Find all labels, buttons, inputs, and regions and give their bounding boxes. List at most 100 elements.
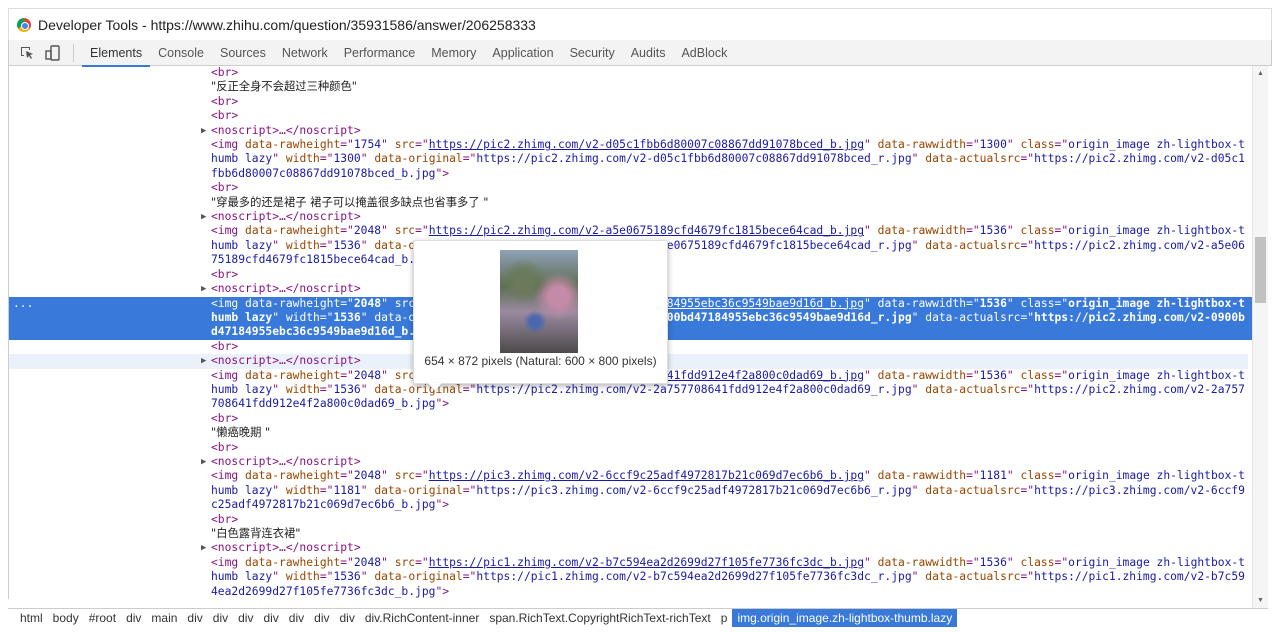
- dom-node[interactable]: <img data-rawheight="2048" src="https://…: [9, 469, 1252, 512]
- breadcrumb-item[interactable]: div: [182, 609, 207, 627]
- attr-quote: ": [864, 224, 871, 238]
- attr-quote: ": [1006, 224, 1014, 238]
- attr-value: 1536: [979, 296, 1007, 310]
- dom-node[interactable]: <br>: [9, 109, 1252, 123]
- tab-memory[interactable]: Memory: [423, 40, 484, 66]
- text-node: "穿最多的还是裙子 裙子可以掩盖很多缺点也省事多了 ": [211, 195, 489, 209]
- expand-triangle-icon[interactable]: ▶: [201, 354, 206, 368]
- dom-node[interactable]: "懒癌晚期 ": [9, 426, 1252, 440]
- scroll-up-arrow-icon[interactable]: ▲: [1257, 70, 1264, 77]
- tab-elements[interactable]: Elements: [82, 40, 151, 67]
- br-tag: <br>: [211, 411, 239, 425]
- attr-value: 1536: [979, 224, 1007, 238]
- tab-audits[interactable]: Audits: [623, 40, 674, 66]
- breadcrumb: html body #root div main div div div div div div di…: [8, 608, 1268, 627]
- attr-link[interactable]: https://pic1.zhimg.com/v2-b7c594ea2d2699…: [429, 556, 864, 569]
- dom-node[interactable]: ▶ <noscript>…</noscript>: [9, 455, 1252, 469]
- breadcrumb-item[interactable]: body: [48, 609, 84, 627]
- tab-console[interactable]: Console: [150, 40, 212, 66]
- attr-value: https://pic2.zhimg.com/v2-d05c1fbb6d8000…: [476, 152, 912, 166]
- chrome-logo-icon: [17, 17, 31, 32]
- dom-node[interactable]: <br>: [9, 95, 1252, 109]
- tab-performance[interactable]: Performance: [336, 40, 424, 66]
- attr-quote: ": [911, 310, 919, 324]
- tab-application[interactable]: Application: [484, 40, 561, 66]
- breadcrumb-item[interactable]: div: [233, 609, 258, 627]
- attr-quote: ": [1006, 296, 1014, 310]
- attr-eq: =": [1020, 483, 1035, 497]
- breadcrumb-item[interactable]: p: [716, 609, 733, 627]
- breadcrumb-item[interactable]: div: [208, 609, 233, 627]
- dom-node[interactable]: "反正全身不会超过三种颜色": [9, 80, 1252, 94]
- breadcrumb-item[interactable]: div: [258, 609, 283, 627]
- expand-triangle-icon[interactable]: ▶: [201, 282, 206, 296]
- attr-link[interactable]: https://pic3.zhimg.com/v2-6ccf9c25adf497…: [429, 469, 864, 482]
- dom-node[interactable]: <br>: [9, 513, 1252, 527]
- breadcrumb-item[interactable]: main: [146, 609, 182, 627]
- dom-node[interactable]: <br>: [9, 412, 1252, 426]
- tab-sources[interactable]: Sources: [212, 40, 274, 66]
- breadcrumb-item[interactable]: html: [15, 609, 48, 627]
- dom-node[interactable]: <img data-rawheight="1754" src="https://…: [9, 138, 1252, 181]
- attr-eq: =": [966, 296, 980, 310]
- attr-value: 1536: [333, 570, 361, 584]
- attr-quote: ": [1006, 469, 1014, 483]
- dom-node[interactable]: <img data-rawheight="2048" src="https://…: [9, 556, 1252, 599]
- attr-quote: ": [360, 483, 368, 497]
- dom-node[interactable]: "白色露背连衣裙": [9, 527, 1252, 541]
- breadcrumb-item[interactable]: div: [284, 609, 309, 627]
- breadcrumb-item[interactable]: div.RichContent-inner: [360, 609, 485, 627]
- breadcrumb-item[interactable]: #root: [84, 609, 121, 627]
- inspect-element-icon[interactable]: [19, 45, 35, 61]
- noscript-tag: <noscript>…</noscript>: [211, 210, 361, 224]
- dom-node[interactable]: ▶ <noscript>…</noscript>: [9, 541, 1252, 555]
- attr-eq: =": [415, 469, 429, 483]
- breadcrumb-item[interactable]: div: [334, 609, 359, 627]
- expand-triangle-icon[interactable]: ▶: [201, 210, 206, 224]
- attr-name: data-original: [374, 152, 463, 166]
- scrollbar-thumb[interactable]: [1255, 237, 1266, 303]
- dom-node[interactable]: <br>: [9, 441, 1252, 455]
- attr-link[interactable]: https://pic2.zhimg.com/v2-a5e0675189cfd4…: [429, 224, 864, 237]
- attr-name: data-rawwidth: [877, 469, 967, 483]
- dom-node[interactable]: "穿最多的还是裙子 裙子可以掩盖很多缺点也省事多了 ": [9, 196, 1252, 210]
- attr-eq: =": [340, 296, 354, 310]
- attr-eq: =": [462, 570, 477, 584]
- attr-name: data-actualsrc: [925, 570, 1021, 584]
- attr-link[interactable]: https://pic2.zhimg.com/v2-d05c1fbb6d8000…: [429, 138, 864, 151]
- text-node: "懒癌晚期 ": [211, 426, 271, 440]
- expand-triangle-icon[interactable]: ▶: [201, 455, 206, 469]
- attr-quote: ": [360, 570, 368, 584]
- attr-eq: =": [1020, 570, 1035, 584]
- scroll-down-arrow-icon[interactable]: ▼: [1257, 597, 1264, 604]
- dom-node[interactable]: ▶ <noscript>…</noscript>: [9, 210, 1252, 224]
- attr-name: data-rawwidth: [877, 224, 967, 238]
- vertical-scrollbar[interactable]: ▲ ▼: [1252, 66, 1268, 608]
- attr-name: width: [285, 238, 320, 252]
- attr-quote: ": [360, 152, 368, 166]
- breadcrumb-item[interactable]: div: [309, 609, 334, 627]
- attr-quote: ": [864, 555, 871, 569]
- devtools-toolbar: Elements Console Sources Network Performance…: [8, 40, 1272, 67]
- attr-name: class: [1020, 138, 1055, 152]
- attr-name: data-actualsrc: [925, 382, 1021, 396]
- tab-security[interactable]: Security: [562, 40, 623, 66]
- image-preview-thumbnail: [500, 250, 578, 353]
- tab-adblock[interactable]: AdBlock: [673, 40, 735, 66]
- expand-triangle-icon[interactable]: ▶: [201, 124, 206, 138]
- tag-open: <img: [211, 138, 239, 152]
- dom-node[interactable]: <br>: [9, 66, 1252, 80]
- expand-triangle-icon[interactable]: ▶: [201, 541, 206, 555]
- attr-quote: ": [911, 483, 919, 497]
- tab-network[interactable]: Network: [274, 40, 336, 66]
- breadcrumb-item[interactable]: img.origin_image.zh-lightbox-thumb.lazy: [732, 608, 958, 627]
- noscript-tag: <noscript>…</noscript>: [211, 282, 361, 296]
- device-toolbar-icon[interactable]: [45, 44, 61, 61]
- noscript-tag: <noscript>…</noscript>: [211, 541, 361, 555]
- breadcrumb-item[interactable]: div: [121, 609, 146, 627]
- dom-node[interactable]: <br>: [9, 181, 1252, 195]
- selected-node-marker: ...: [13, 296, 34, 310]
- attr-name: width: [285, 152, 320, 166]
- breadcrumb-item[interactable]: span.RichText.CopyrightRichText-richText: [484, 609, 715, 627]
- dom-node[interactable]: ▶ <noscript>…</noscript>: [9, 124, 1252, 138]
